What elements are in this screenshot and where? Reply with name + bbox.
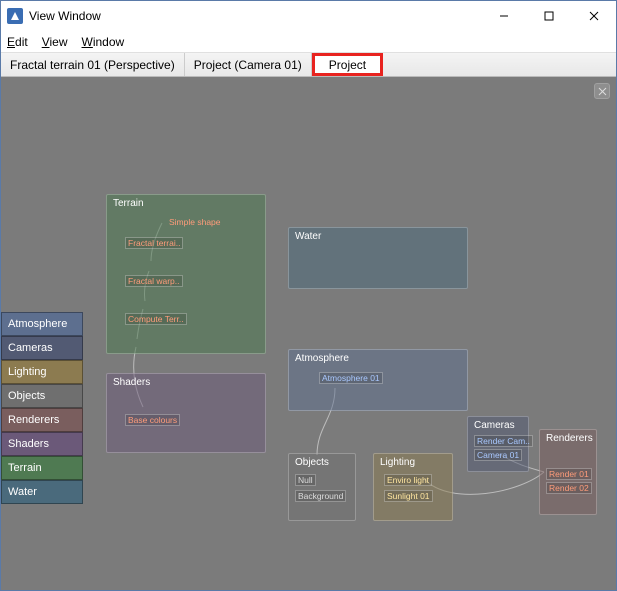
menu-edit[interactable]: Edit	[7, 35, 28, 49]
window-frame: View Window Edit View Window Fractal ter…	[0, 0, 617, 591]
window-title: View Window	[29, 9, 481, 23]
panel-lighting[interactable]: Lighting Enviro light Sunlight 01	[373, 453, 453, 521]
panel-objects[interactable]: Objects Null Background	[288, 453, 356, 521]
cat-terrain[interactable]: Terrain	[1, 456, 83, 480]
menubar: Edit View Window	[1, 31, 616, 53]
node-simple-shape[interactable]: Simple shape	[167, 217, 223, 227]
app-icon	[7, 8, 23, 24]
panel-cameras[interactable]: Cameras Render Cam.. Camera 01	[467, 416, 529, 472]
node-render01[interactable]: Render 01	[546, 468, 592, 480]
tab-project[interactable]: Project	[312, 53, 383, 76]
node-render02[interactable]: Render 02	[546, 482, 592, 494]
node-atmosphere01[interactable]: Atmosphere 01	[319, 372, 383, 384]
panel-lighting-label: Lighting	[380, 457, 415, 468]
cat-water[interactable]: Water	[1, 480, 83, 504]
titlebar: View Window	[1, 1, 616, 31]
maximize-button[interactable]	[526, 1, 571, 31]
tabbar: Fractal terrain 01 (Perspective) Project…	[1, 53, 616, 77]
panel-terrain-label: Terrain	[113, 198, 144, 209]
canvas-close-icon[interactable]	[594, 83, 610, 99]
tab-fractal-terrain[interactable]: Fractal terrain 01 (Perspective)	[1, 53, 185, 76]
cat-lighting[interactable]: Lighting	[1, 360, 83, 384]
cat-cameras[interactable]: Cameras	[1, 336, 83, 360]
node-null[interactable]: Null	[295, 474, 316, 486]
node-fractal-terrain[interactable]: Fractal terrai..	[125, 237, 183, 249]
panel-terrain[interactable]: Terrain Simple shape Fractal terrai.. Fr…	[106, 194, 266, 354]
panel-atmosphere[interactable]: Atmosphere Atmosphere 01	[288, 349, 468, 411]
panel-water[interactable]: Water	[288, 227, 468, 289]
panel-objects-label: Objects	[295, 457, 329, 468]
panel-water-label: Water	[295, 231, 321, 242]
panel-shaders[interactable]: Shaders Base colours	[106, 373, 266, 453]
node-compute-terr[interactable]: Compute Terr..	[125, 313, 187, 325]
panel-renderers-label: Renderers	[546, 433, 593, 444]
node-fractal-warp[interactable]: Fractal warp..	[125, 275, 183, 287]
menu-view[interactable]: View	[42, 35, 68, 49]
panel-atmosphere-label: Atmosphere	[295, 353, 349, 364]
cat-objects[interactable]: Objects	[1, 384, 83, 408]
node-enviro-light[interactable]: Enviro light	[384, 474, 432, 486]
node-sunlight01[interactable]: Sunlight 01	[384, 490, 433, 502]
cat-shaders[interactable]: Shaders	[1, 432, 83, 456]
category-stack: Atmosphere Cameras Lighting Objects Rend…	[1, 312, 83, 504]
node-background[interactable]: Background	[295, 490, 346, 502]
panel-cameras-label: Cameras	[474, 420, 515, 431]
node-render-cam[interactable]: Render Cam..	[474, 435, 533, 447]
panel-renderers[interactable]: Renderers Render 01 Render 02	[539, 429, 597, 515]
close-button[interactable]	[571, 1, 616, 31]
window-controls	[481, 1, 616, 31]
node-base-colours[interactable]: Base colours	[125, 414, 180, 426]
tab-project-camera[interactable]: Project (Camera 01)	[185, 53, 312, 76]
node-canvas[interactable]: Atmosphere Cameras Lighting Objects Rend…	[1, 77, 616, 590]
cat-renderers[interactable]: Renderers	[1, 408, 83, 432]
menu-window[interactable]: Window	[82, 35, 125, 49]
minimize-button[interactable]	[481, 1, 526, 31]
cat-atmosphere[interactable]: Atmosphere	[1, 312, 83, 336]
node-camera01[interactable]: Camera 01	[474, 449, 522, 461]
panel-shaders-label: Shaders	[113, 377, 150, 388]
